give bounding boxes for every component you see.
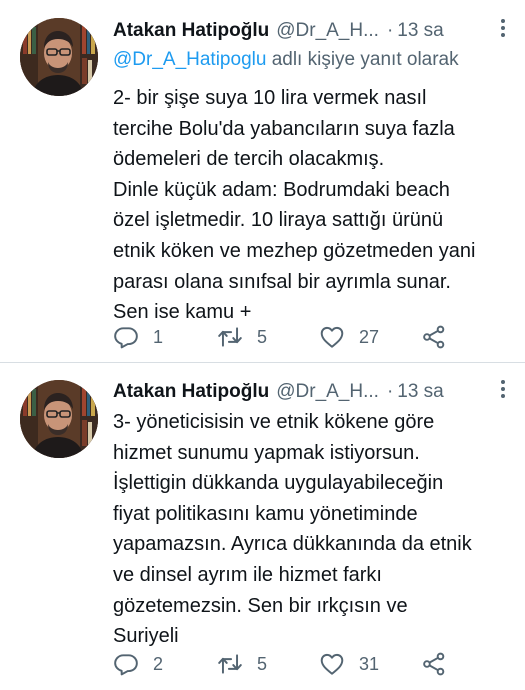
tweet-2[interactable]: Atakan Hatipoğlu @Dr_A_H... · 13 sa 3- y… — [0, 363, 525, 690]
like-count: 31 — [359, 653, 380, 674]
reply-count: 1 — [153, 326, 164, 347]
timestamp[interactable]: 13 sa — [397, 20, 443, 42]
reply-button[interactable]: 2 — [113, 649, 163, 679]
separator: · — [386, 381, 394, 402]
separator: · — [386, 20, 394, 41]
retweet-icon — [217, 651, 243, 677]
share-button[interactable] — [421, 322, 447, 352]
author-handle[interactable]: @Dr_A_H... — [276, 20, 379, 42]
avatar[interactable] — [20, 18, 98, 96]
reply-icon — [113, 324, 139, 350]
tweet-text-line: 3- yöneticisisin ve etnik kökene göre — [113, 411, 435, 433]
timestamp[interactable]: 13 sa — [397, 381, 443, 403]
like-count: 27 — [359, 326, 380, 347]
tweet-text-line: gözetemezsin. Sen bir ırkçısın ve — [113, 594, 408, 617]
tweet-text-line: 2- bir şişe suya 10 lira vermek nasıl — [113, 87, 427, 109]
tweet-text-line: parası olana sınıfsal bir ayrımla sunar. — [113, 270, 451, 293]
retweet-icon — [217, 324, 243, 350]
tweet-text-line: etnik köken ve mezhep gözetmeden yani — [113, 239, 476, 262]
author-name[interactable]: Atakan Hatipoğlu — [113, 381, 269, 403]
tweet-text-line: Suriyeli — [113, 625, 179, 648]
tweet-1[interactable]: Atakan Hatipoğlu @Dr_A_H... · 13 sa @Dr_… — [0, 0, 525, 362]
tweet-header: Atakan Hatipoğlu @Dr_A_H... · 13 sa — [113, 16, 515, 46]
more-icon[interactable] — [493, 16, 513, 40]
avatar-image — [20, 18, 98, 96]
share-icon — [421, 651, 447, 677]
author-name[interactable]: Atakan Hatipoğlu — [113, 20, 269, 42]
retweet-count: 5 — [257, 653, 268, 674]
tweet-text-line: tercihe Bolu'da yabancıların suya fazla — [113, 117, 455, 140]
author-handle[interactable]: @Dr_A_H... — [276, 381, 379, 403]
action-bar: 1 5 27 — [113, 322, 513, 352]
like-button[interactable]: 27 — [319, 322, 379, 352]
retweet-count: 5 — [257, 326, 268, 347]
share-button[interactable] — [421, 649, 447, 679]
tweet-text-line: ödemeleri de tercih olacakmış. — [113, 148, 385, 171]
reply-to-suffix: adlı kişiye yanıt olarak — [266, 49, 459, 70]
reply-to-line: @Dr_A_Hatipoglu adlı kişiye yanıt olarak — [113, 49, 459, 71]
reply-to-mention[interactable]: @Dr_A_Hatipoglu — [113, 49, 266, 70]
tweet-text-line: ve dinsel ayrım ile hizmet farkı — [113, 563, 382, 586]
reply-icon — [113, 651, 139, 677]
heart-icon — [319, 651, 345, 677]
tweet-text-line: hizmet sunumu yapmak istiyorsun. — [113, 441, 420, 464]
retweet-button[interactable]: 5 — [217, 322, 267, 352]
reply-count: 2 — [153, 653, 164, 674]
more-icon[interactable] — [493, 377, 513, 401]
share-icon — [421, 324, 447, 350]
reply-button[interactable]: 1 — [113, 322, 163, 352]
tweet-text: 2- bir şişe suya 10 lira vermek nasıl te… — [113, 83, 513, 328]
avatar-image — [20, 380, 98, 458]
action-bar: 2 5 31 — [113, 649, 513, 679]
like-button[interactable]: 31 — [319, 649, 379, 679]
retweet-button[interactable]: 5 — [217, 649, 267, 679]
tweet-text-line: yapamazsın. Ayrıca dükkanında da etnik — [113, 533, 472, 556]
tweet-header: Atakan Hatipoğlu @Dr_A_H... · 13 sa — [113, 377, 515, 407]
tweet-text: 3- yöneticisisin ve etnik kökene göre hi… — [113, 407, 513, 652]
tweet-text-line: İşlettigin dükkanda uygulayabileceğin — [113, 472, 444, 495]
tweet-text-line: özel işletmedir. 10 liraya sattığı ürünü — [113, 209, 444, 232]
avatar[interactable] — [20, 380, 98, 458]
tweet-text-line: fiyat politikasını kamu yönetiminde — [113, 502, 418, 525]
heart-icon — [319, 324, 345, 350]
tweet-text-line: Dinle küçük adam: Bodrumdaki beach — [113, 178, 450, 201]
